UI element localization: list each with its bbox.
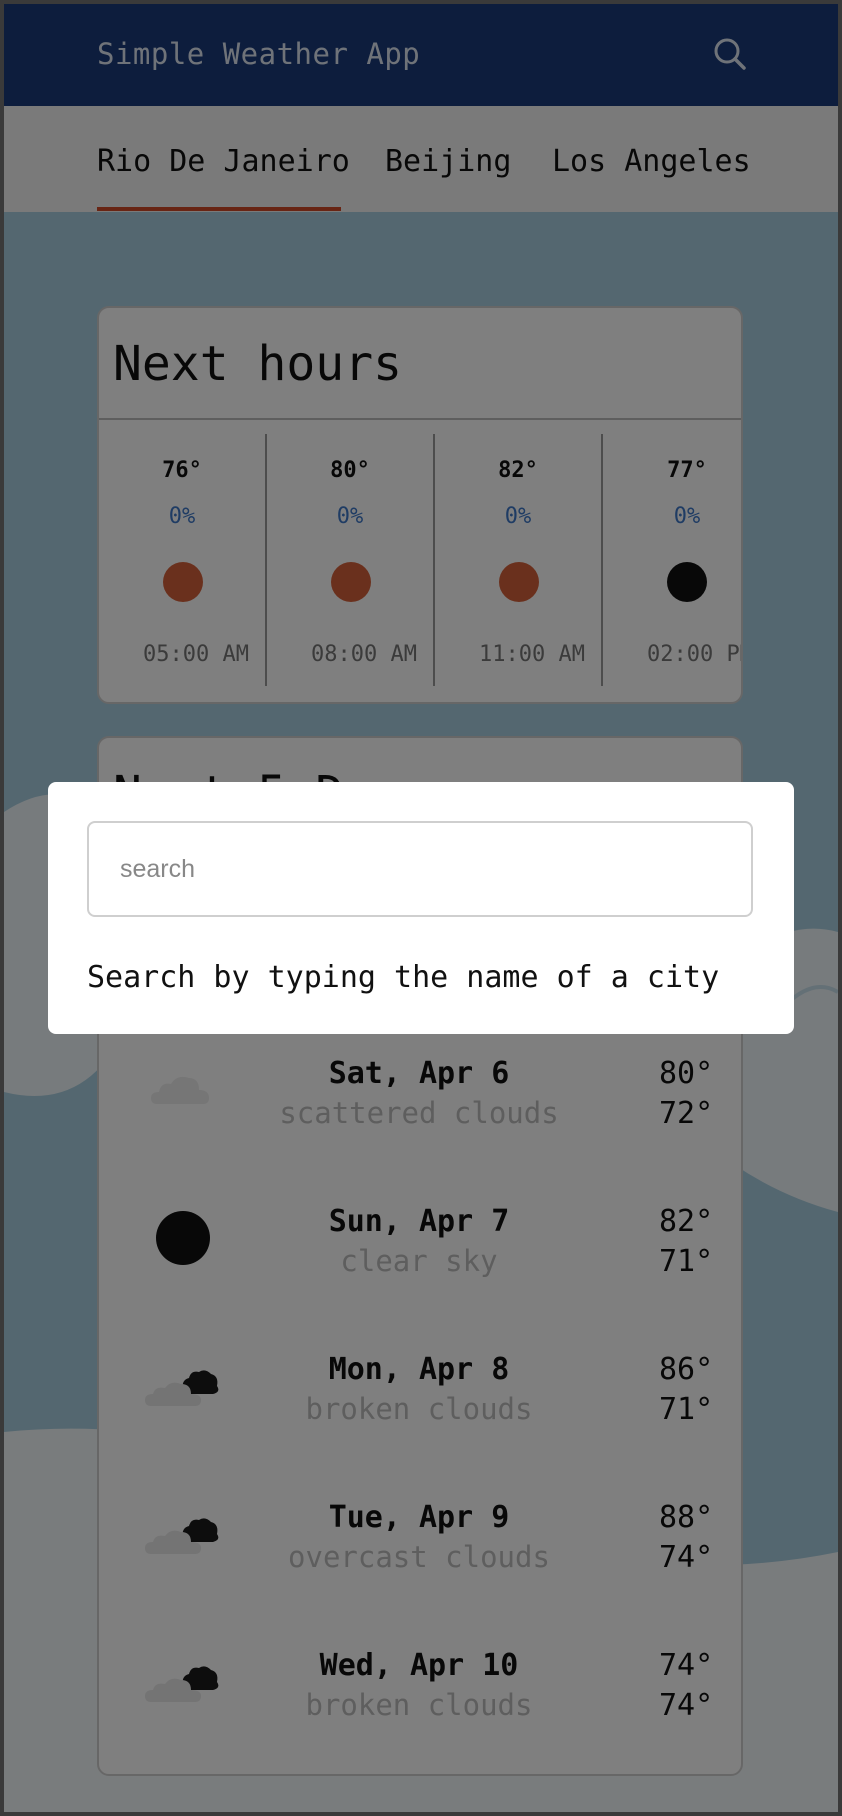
app-frame: Simple Weather App Rio De Janeiro Beijin… xyxy=(4,4,838,1812)
search-input[interactable] xyxy=(87,821,753,917)
search-hint: Search by typing the name of a city xyxy=(87,960,720,995)
search-modal: Search by typing the name of a city xyxy=(48,782,794,1034)
